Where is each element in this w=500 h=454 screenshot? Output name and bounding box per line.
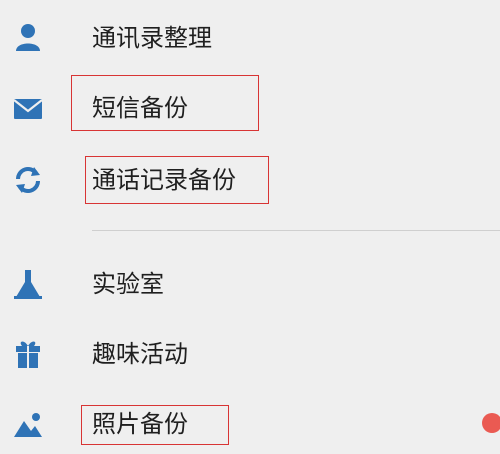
- mail-icon: [10, 91, 46, 125]
- notification-dot: [482, 413, 500, 433]
- photo-icon: [10, 407, 46, 441]
- flask-icon: [10, 267, 46, 301]
- menu-item-photo-backup[interactable]: 照片备份: [0, 394, 500, 454]
- highlight-box-sms-backup: [71, 75, 259, 131]
- menu-item-fun-activities[interactable]: 趣味活动: [0, 324, 500, 384]
- menu-item-label: 实验室: [92, 270, 164, 298]
- gift-icon: [10, 337, 46, 371]
- highlight-box-photo-backup: [81, 405, 229, 445]
- user-icon: [10, 21, 46, 55]
- menu-item-label: 通讯录整理: [92, 24, 212, 52]
- section-divider: [92, 230, 500, 231]
- menu-item-lab[interactable]: 实验室: [0, 254, 500, 314]
- menu-item-contacts-organize[interactable]: 通讯录整理: [0, 8, 500, 68]
- sync-icon: [10, 163, 46, 197]
- highlight-box-call-log-backup: [85, 156, 269, 204]
- menu-item-label: 趣味活动: [92, 340, 188, 368]
